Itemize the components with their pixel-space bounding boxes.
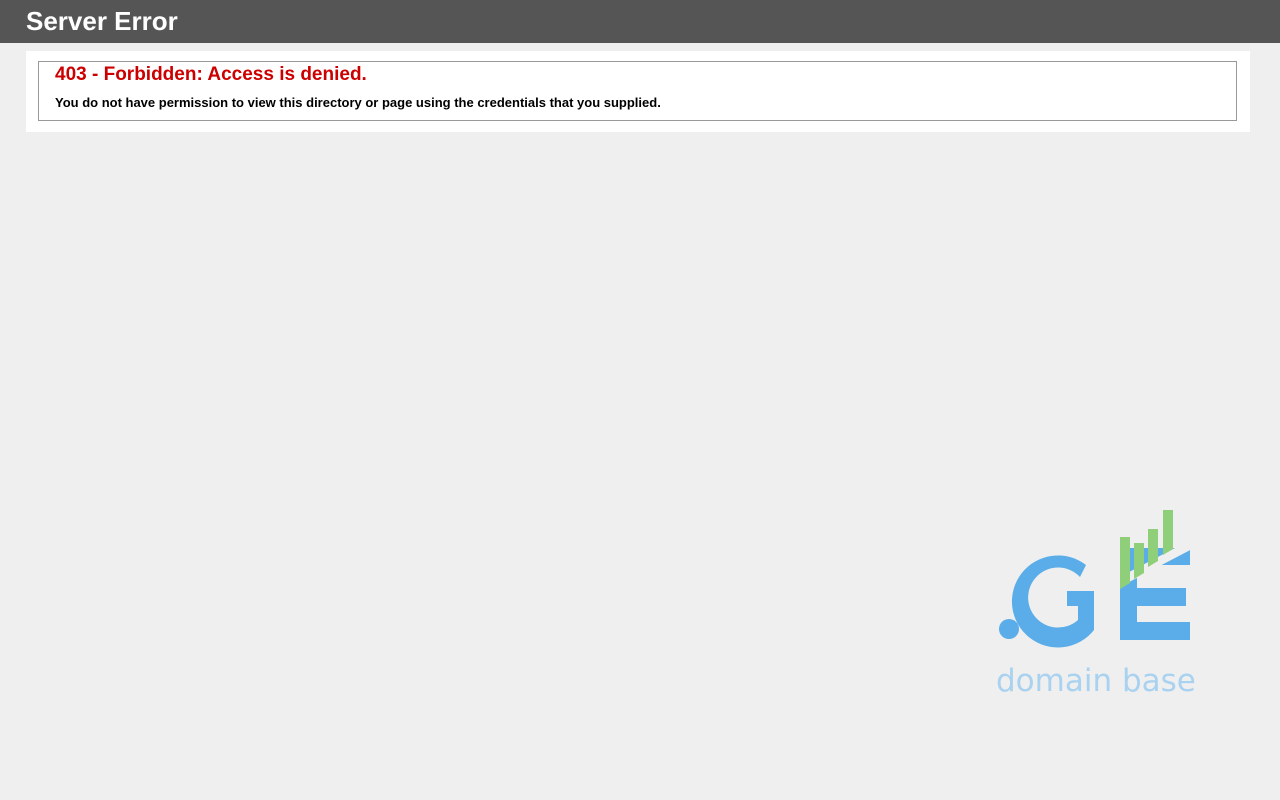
- logo-dot: [999, 619, 1019, 639]
- server-error-header: Server Error: [0, 0, 1280, 43]
- domain-base-logo: domain base: [996, 510, 1196, 699]
- logo-bar-4: [1163, 510, 1173, 555]
- logo-tagline: domain base: [996, 663, 1196, 699]
- error-title: 403 - Forbidden: Access is denied.: [55, 64, 367, 85]
- logo-letter-g-shape: [1011, 555, 1094, 648]
- error-content-panel: 403 - Forbidden: Access is denied. You d…: [26, 51, 1250, 132]
- error-message: You do not have permission to view this …: [55, 95, 661, 110]
- logo-bar-2: [1134, 543, 1144, 579]
- page-title: Server Error: [26, 6, 178, 36]
- logo-bar-3: [1148, 529, 1158, 567]
- logo-bar-1: [1120, 537, 1130, 589]
- error-fieldset: 403 - Forbidden: Access is denied. You d…: [38, 61, 1237, 121]
